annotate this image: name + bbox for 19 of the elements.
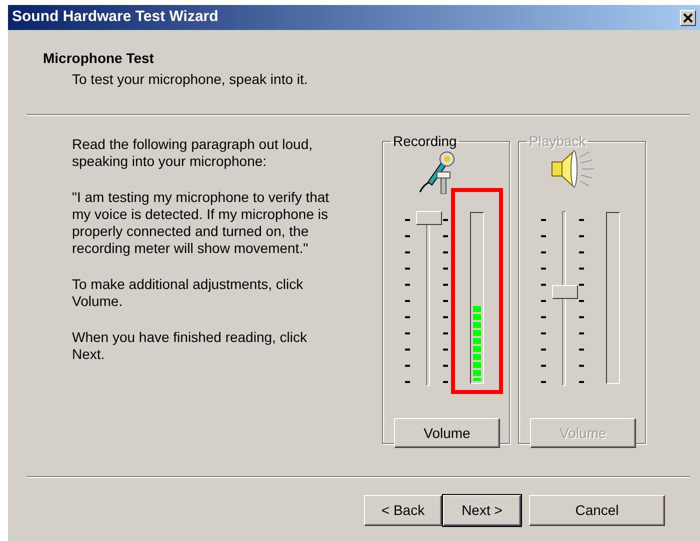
instruction-text: Read the following paragraph out loud, speaking into your microphone: xyxy=(72,136,314,170)
slider-thumb[interactable] xyxy=(416,211,442,225)
wizard-button[interactable]: < Back xyxy=(364,495,442,526)
wizard-button[interactable]: Cancel xyxy=(529,495,665,526)
volume-slider[interactable] xyxy=(405,211,451,386)
instruction-text: To make additional adjustments, click Volume. xyxy=(72,276,304,310)
close-icon xyxy=(683,12,693,22)
volume-button[interactable]: Volume xyxy=(394,418,500,448)
group-label: Playback xyxy=(528,134,587,148)
window-title: Sound Hardware Test Wizard xyxy=(12,7,218,28)
group-label: Recording xyxy=(392,134,458,148)
instruction-text: When you have finished reading, click Next. xyxy=(72,329,308,363)
close-button[interactable] xyxy=(680,10,696,26)
volume-slider[interactable] xyxy=(541,211,587,386)
wizard-button[interactable]: Next > xyxy=(443,495,521,526)
speaker-icon xyxy=(549,148,595,190)
instruction-text: "I am testing my microphone to verify that my voice is detected. If my microphone is properly connected and turned on, the recording meter will show movement." xyxy=(72,189,330,257)
page-subtitle: To test your microphone, speak into it. xyxy=(71,70,309,89)
page-title: Microphone Test xyxy=(43,49,155,68)
